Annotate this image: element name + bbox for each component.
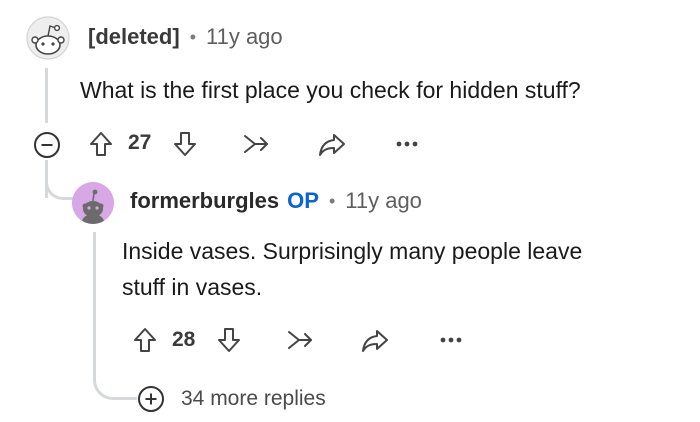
award-button[interactable] — [238, 129, 272, 159]
reply-body: Inside vases. Surprisingly many people l… — [122, 233, 582, 305]
share-button[interactable] — [315, 129, 349, 159]
arrow-down-icon — [218, 328, 240, 352]
ellipsis-icon — [440, 337, 462, 343]
vote-count: 27 — [128, 131, 152, 154]
comment-author[interactable]: [deleted] — [88, 24, 180, 50]
reply-time[interactable]: 11y ago — [345, 188, 422, 214]
downvote-button[interactable] — [214, 325, 244, 355]
reply-avatar[interactable] — [72, 182, 114, 224]
share-arrow-icon — [362, 330, 388, 352]
comment-time[interactable]: 11y ago — [206, 24, 283, 50]
downvote-button[interactable] — [170, 129, 200, 159]
minus-circle-icon — [34, 132, 60, 158]
snoo-avatar-icon — [26, 16, 70, 60]
plus-circle-icon — [138, 386, 164, 412]
award-icon — [288, 331, 312, 349]
comment-body: What is the first place you check for hi… — [80, 77, 581, 103]
ellipsis-icon — [396, 141, 418, 147]
more-replies-label: 34 more replies — [181, 387, 326, 410]
thread-line-reply — [93, 232, 96, 372]
comment-meta: [deleted] • 11y ago — [88, 24, 283, 50]
reply-body-line: Inside vases. Surprisingly many people l… — [122, 238, 583, 264]
reply-author[interactable]: formerburgles — [130, 188, 279, 214]
award-icon — [244, 135, 268, 153]
arrow-up-icon — [134, 328, 156, 352]
vote-count: 28 — [172, 328, 196, 351]
more-options-button[interactable] — [436, 328, 466, 352]
more-replies-button[interactable]: 34 more replies — [137, 385, 326, 413]
share-arrow-icon — [319, 134, 345, 156]
award-button[interactable] — [282, 325, 316, 355]
op-badge: OP — [287, 188, 319, 213]
upvote-button[interactable] — [86, 129, 116, 159]
avatar[interactable] — [26, 16, 70, 60]
thread-line-main — [45, 68, 48, 123]
thread-curve-more — [93, 360, 137, 400]
upvote-button[interactable] — [130, 325, 160, 355]
share-button[interactable] — [358, 325, 392, 355]
snoo-avatar-icon — [72, 182, 114, 224]
collapse-button[interactable] — [33, 131, 61, 159]
reply-body-line: stuff in vases. — [122, 274, 263, 300]
meta-separator: • — [189, 26, 196, 47]
more-options-button[interactable] — [392, 132, 422, 156]
arrow-up-icon — [90, 132, 112, 156]
meta-separator: • — [328, 190, 336, 211]
arrow-down-icon — [174, 132, 196, 156]
reply-meta: formerburgles OP • 11y ago — [130, 188, 422, 214]
